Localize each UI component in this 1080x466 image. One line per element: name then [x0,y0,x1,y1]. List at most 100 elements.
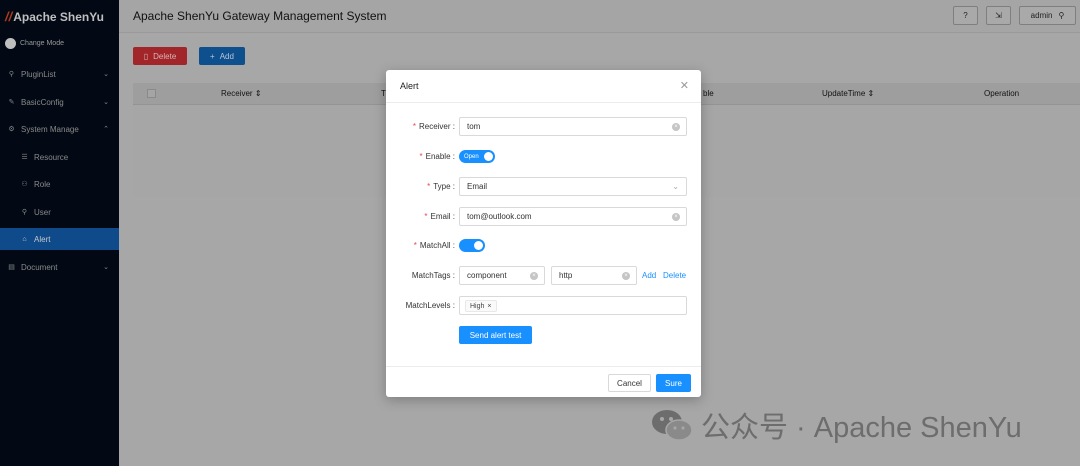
sidebar-item-basicconfig[interactable]: ✎ BasicConfig ⌄ [0,91,119,113]
add-button[interactable]: + Add [199,47,245,65]
email-input[interactable]: tom@outlook.com × [459,207,687,226]
alert-icon: ⌂ [22,235,27,243]
level-tag: High × [465,300,497,312]
send-alert-test-button[interactable]: Send alert test [459,326,532,344]
wrench-icon: ✎ [8,99,15,106]
add-label: Add [219,51,234,61]
delete-button[interactable]: ▯ Delete [133,47,187,65]
enable-row: * Enable : Open [386,147,701,167]
column-header-operation: Operation [984,89,1020,98]
role-icon: ⚇ [21,181,28,188]
enable-label: * Enable : [419,152,456,161]
page-title: Apache ShenYu Gateway Management System [133,9,387,23]
sort-icon: ⇕ [254,89,262,98]
user-icon: ⚲ [1058,11,1065,20]
list-icon: ☰ [21,154,28,161]
add-tag-link[interactable]: Add [642,271,656,280]
cancel-button[interactable]: Cancel [608,374,651,392]
receiver-label: * Receiver : [412,122,455,131]
sidebar-item-label: Resource [34,152,69,162]
matchtag-input-component[interactable]: component × [459,266,545,285]
column-header-updatetime[interactable]: UpdateTime ⇕ [822,89,874,98]
switch-knob [484,152,493,161]
matchlevels-label: MatchLevels : [405,301,455,310]
sidebar-item-pluginlist[interactable]: ⚲ PluginList ⌄ [0,63,119,85]
clear-icon[interactable]: × [672,213,680,221]
shenyu-logo-icon: // [5,9,13,24]
sidebar-item-label: BasicConfig [21,97,64,107]
matchlevels-select[interactable]: High × [459,296,687,315]
trash-icon: ▯ [143,51,149,61]
plus-icon: + [210,51,215,61]
help-icon: ? [963,11,968,20]
watermark-text: 公众号 · Apache ShenYu [701,412,1022,444]
sort-icon: ⇕ [867,89,875,98]
modal-footer: Cancel Sure [386,366,701,397]
plugin-icon: ⚲ [8,71,15,78]
help-button[interactable]: ? [953,6,978,25]
close-icon[interactable]: ✕ [680,79,689,92]
modal-title: Alert [400,81,419,91]
clear-icon[interactable]: × [622,272,630,280]
email-label: * Email : [424,212,455,221]
matchlevels-row: MatchLevels : High × [386,296,701,316]
user-icon: ⚲ [21,209,28,216]
top-header: Apache ShenYu Gateway Management System … [119,0,1080,33]
select-all-checkbox[interactable] [147,89,156,98]
chevron-down-icon: ⌄ [672,182,679,191]
sidebar: // Apache ShenYu Change Mode ⚲ PluginLis… [0,0,119,466]
logo-text: Apache ShenYu [13,9,104,24]
user-menu[interactable]: admin ⚲ [1019,6,1076,25]
sidebar-item-label: Role [34,179,51,189]
sidebar-item-resource[interactable]: ☰ Resource [0,146,119,168]
delete-tag-link[interactable]: Delete [663,271,686,280]
change-mode-label: Change Mode [20,40,64,47]
matchtags-label: MatchTags : [411,271,455,280]
modal-header: Alert ✕ [386,70,701,103]
chevron-down-icon: ⌄ [103,264,109,271]
remove-tag-icon[interactable]: × [487,303,491,310]
username: admin [1030,11,1053,20]
document-icon: ▤ [8,264,15,271]
sidebar-item-label: PluginList [21,69,56,79]
matchall-label: * MatchAll : [413,241,455,250]
sidebar-item-system-manage[interactable]: ⚙ System Manage ⌃ [0,118,119,140]
gear-icon: ⚙ [8,126,15,133]
chevron-down-icon: ⌄ [103,71,109,78]
matchall-switch[interactable] [459,239,485,252]
clear-icon[interactable]: × [530,272,538,280]
sidebar-item-label: System Manage [21,124,79,134]
email-row: * Email : tom@outlook.com × [386,207,701,227]
sidebar-item-label: Document [21,262,58,272]
type-row: * Type : Email ⌄ [386,177,701,197]
wechat-icon [652,410,693,441]
switch-knob [474,241,483,250]
watermark: 公众号 · Apache ShenYu [651,404,1022,446]
matchall-row: * MatchAll : [386,236,701,256]
receiver-input[interactable]: tom × [459,117,687,136]
matchtag-input-http[interactable]: http × [551,266,637,285]
sidebar-item-user[interactable]: ⚲ User [0,201,119,223]
type-label: * Type : [427,182,455,191]
app-logo[interactable]: // Apache ShenYu [5,9,104,24]
matchtags-row: MatchTags : component × http × Add Delet… [386,266,701,286]
chevron-up-icon: ⌃ [103,126,109,133]
enable-switch[interactable]: Open [459,150,495,163]
export-button[interactable]: ⇲ [986,6,1011,25]
receiver-row: * Receiver : tom × [386,117,701,137]
change-mode-toggle[interactable]: Change Mode [5,38,64,49]
chevron-down-icon: ⌄ [103,99,109,106]
sure-button[interactable]: Sure [656,374,691,392]
delete-label: Delete [153,51,177,61]
clear-icon[interactable]: × [672,123,680,131]
mode-toggle-icon [5,38,16,49]
sidebar-item-label: User [34,207,51,217]
sidebar-item-document[interactable]: ▤ Document ⌄ [0,256,119,278]
type-select[interactable]: Email ⌄ [459,177,687,196]
column-header-receiver[interactable]: Receiver ⇕ [221,89,262,98]
sidebar-item-label: Alert [34,234,51,244]
alert-modal: Alert ✕ * Receiver : tom × * Enable : Open… [386,70,701,397]
column-header-enable: ble [703,89,714,98]
sidebar-item-role[interactable]: ⚇ Role [0,173,119,195]
sidebar-item-alert[interactable]: ⌂ Alert [0,228,119,250]
